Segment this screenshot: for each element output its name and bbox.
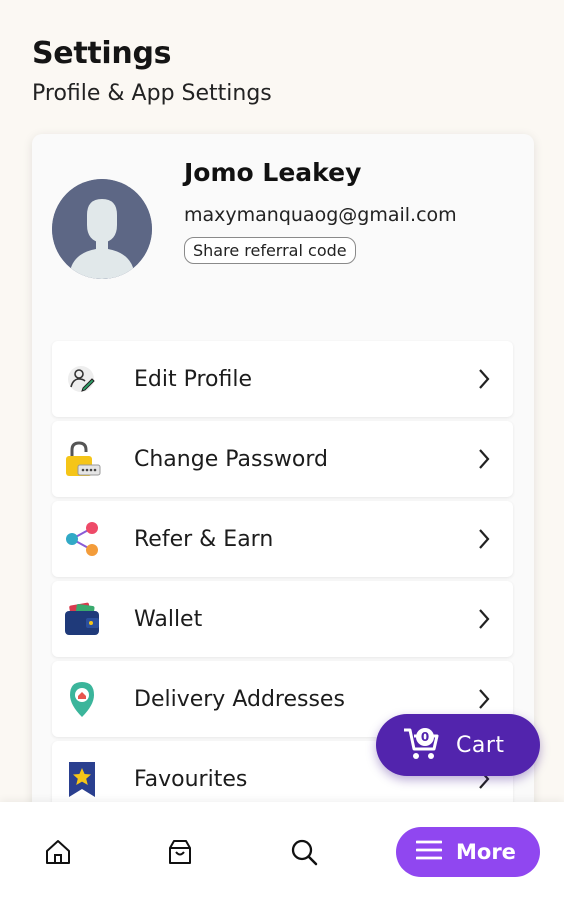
chevron-right-icon (469, 444, 499, 474)
settings-card: Jomo Leakey maxymanquaog@gmail.com Share… (32, 134, 534, 814)
star-bookmark-icon (62, 759, 102, 799)
person-silhouette-icon (52, 179, 152, 279)
cart-count-badge: 0 (416, 728, 434, 746)
orders-icon[interactable] (164, 836, 196, 868)
chevron-right-icon (469, 684, 499, 714)
share-icon (62, 519, 102, 559)
bottom-navigation: More (0, 802, 564, 900)
page-subtitle: Profile & App Settings (32, 81, 272, 106)
share-referral-code-button[interactable]: Share referral code (184, 237, 356, 264)
search-icon[interactable] (288, 836, 320, 868)
user-email: maxymanquaog@gmail.com (184, 204, 457, 226)
avatar[interactable] (52, 179, 152, 279)
menu-item-refer-earn[interactable]: Refer & Earn (52, 501, 513, 577)
location-pin-icon (62, 679, 102, 719)
menu-item-label: Edit Profile (134, 366, 253, 392)
menu-item-label: Refer & Earn (134, 526, 274, 552)
menu-item-edit-profile[interactable]: Edit Profile (52, 341, 513, 417)
more-label: More (456, 840, 516, 864)
menu-icon (415, 839, 443, 865)
cart-label: Cart (456, 732, 505, 758)
menu-item-label: Delivery Addresses (134, 686, 345, 712)
padlock-icon (62, 439, 102, 479)
header: Settings Profile & App Settings (32, 36, 272, 106)
user-name: Jomo Leakey (184, 158, 362, 187)
wallet-icon (62, 599, 102, 639)
more-button[interactable]: More (396, 827, 540, 877)
cart-button[interactable]: 0 Cart (376, 714, 540, 776)
chevron-right-icon (469, 604, 499, 634)
profile-info: Jomo Leakey maxymanquaog@gmail.com Share… (184, 158, 514, 264)
page-title: Settings (32, 36, 172, 71)
menu-item-change-password[interactable]: Change Password (52, 421, 513, 497)
chevron-right-icon (469, 524, 499, 554)
menu-item-label: Change Password (134, 446, 328, 472)
chevron-right-icon (469, 364, 499, 394)
home-icon[interactable] (42, 836, 74, 868)
menu-item-wallet[interactable]: Wallet (52, 581, 513, 657)
menu-item-label: Wallet (134, 606, 203, 632)
edit-profile-icon (62, 359, 102, 399)
